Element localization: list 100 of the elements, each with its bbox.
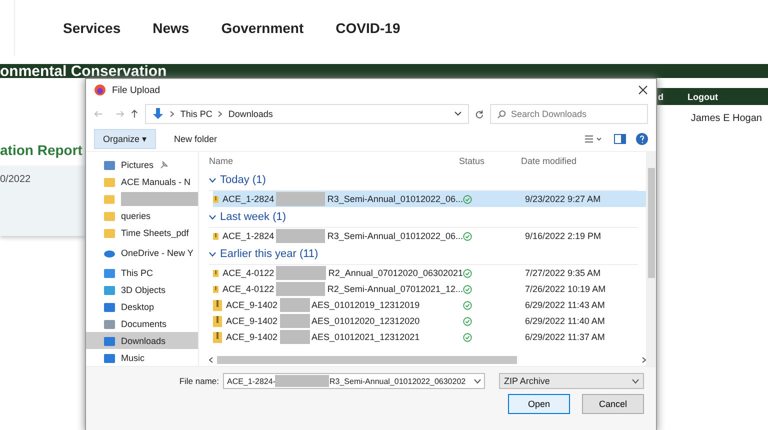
folder-icon (104, 194, 115, 204)
redaction-block (280, 330, 310, 344)
browser-icon (94, 84, 106, 96)
folder-icon (104, 228, 115, 238)
column-header[interactable]: Name (209, 156, 459, 166)
file-name-label: File name: (179, 376, 219, 386)
zip-file-icon (213, 316, 222, 326)
library-icon (104, 302, 115, 312)
up-arrow-icon[interactable] (130, 109, 140, 119)
scroll-left-icon[interactable] (209, 357, 213, 363)
file-name: ACE_9-1402 (226, 332, 278, 342)
chevron-down-icon[interactable] (454, 111, 462, 117)
file-name: ACE_4-0122 (222, 284, 274, 294)
redaction-block (276, 229, 326, 243)
nav-link[interactable]: News (152, 20, 190, 56)
sidebar-item[interactable]: queries (86, 207, 198, 224)
nav-link[interactable]: Services (63, 20, 121, 56)
file-name: R3_Semi-Annual_01012022_06... (327, 194, 463, 204)
redaction-block (280, 314, 310, 328)
sidebar-item[interactable]: ACE Manuals - N (86, 173, 198, 190)
breadcrumb-item[interactable]: Downloads (228, 109, 273, 119)
chevron-right-icon (218, 111, 222, 117)
sidebar-item[interactable]: Pictures (86, 156, 198, 173)
file-name: ACE_9-1402 (226, 316, 278, 326)
open-button[interactable]: Open (508, 394, 570, 414)
chevron-down-icon (209, 178, 216, 182)
file-name: ACE_1-2824 (222, 231, 274, 241)
chevron-down-icon (209, 252, 216, 256)
date-modified: 6/29/2022 11:43 AM (525, 300, 606, 310)
address-bar[interactable]: This PC Downloads (145, 104, 470, 124)
chevron-down-icon (474, 378, 481, 384)
help-icon[interactable] (636, 133, 648, 145)
redaction-block (275, 375, 330, 387)
scrollbar-thumb[interactable] (648, 168, 654, 278)
sidebar-item[interactable]: Desktop (86, 298, 198, 315)
search-icon (497, 110, 506, 119)
sidebar-item[interactable]: Music (86, 349, 198, 366)
redaction-block (276, 192, 326, 206)
library-icon (104, 284, 115, 294)
view-options-icon[interactable] (584, 134, 604, 144)
menu-link[interactable]: d (658, 92, 664, 102)
menu-link[interactable]: Logout (688, 92, 718, 102)
group-header[interactable]: Earlier this year (11) (209, 244, 638, 265)
file-name: R3_Semi-Annual_01012022_06... (327, 231, 463, 241)
file-row[interactable]: ACE_9-1402 AES_01012020_12312020 6/29/2022 11:40 AM (213, 313, 646, 329)
file-row[interactable]: ACE_1-2824 R3_Semi-Annual_01012022_06... 9/23/2022 9:27 AM (213, 191, 646, 207)
download-arrow-icon (152, 108, 164, 120)
site-title: onmental Conservation (0, 65, 167, 79)
date-modified: 9/23/2022 9:27 AM (525, 194, 602, 204)
new-folder-button[interactable]: New folder (166, 130, 226, 148)
file-row[interactable]: ACE_1-2824 R3_Semi-Annual_01012022_06... 9/16/2022 2:19 PM (213, 228, 646, 244)
refresh-icon[interactable] (475, 109, 484, 119)
zip-file-icon (213, 332, 222, 342)
redaction-block (280, 298, 310, 312)
report-date: 0/2022 (0, 174, 31, 185)
nav-link[interactable]: Government (221, 20, 304, 56)
cloud-icon (104, 248, 115, 258)
date-modified: 6/29/2022 11:37 AM (525, 332, 606, 342)
close-icon[interactable] (638, 85, 648, 95)
chevron-right-icon (170, 111, 174, 117)
sidebar-item[interactable]: OneDrive - New Y (86, 244, 198, 261)
file-name-field[interactable]: ACE_1-2824- R3_Semi-Annual_01012022_0630202 (223, 373, 485, 389)
chevron-down-icon (632, 378, 639, 384)
zip-file-icon (213, 268, 219, 278)
user-name: James E Hogan (690, 113, 762, 124)
section-title: ation Report (0, 142, 82, 158)
chevron-down-icon (209, 214, 216, 220)
file-name: AES_01012020_12312020 (312, 316, 420, 326)
sidebar-item[interactable]: Downloads (86, 332, 198, 349)
nav-link[interactable]: COVID-19 (336, 20, 400, 56)
breadcrumb-item[interactable]: This PC (180, 109, 212, 119)
file-row[interactable]: ACE_4-0122 R2_Annual_07012020_06302021 7/27/2022 9:35 AM (213, 265, 646, 281)
file-row[interactable]: ACE_9-1402 AES_01012021_12312021 6/29/2022 11:37 AM (213, 329, 646, 345)
column-header[interactable]: Date modified (521, 156, 631, 166)
file-row[interactable]: ACE_4-0122 R2_Semi-Annual_07012021_12... 7/26/2022 10:19 AM (213, 281, 646, 297)
file-name: ACE_4-0122 (222, 268, 274, 278)
zip-file-icon (213, 300, 222, 310)
date-modified: 6/29/2022 11:40 AM (525, 316, 606, 326)
sidebar-item[interactable]: Documents (86, 315, 198, 332)
file-row[interactable]: ACE_9-1402 AES_01012019_12312019 6/29/2022 11:43 AM (213, 297, 646, 313)
group-header[interactable]: Last week (1) (209, 207, 638, 228)
library-icon (104, 160, 115, 170)
file-name: R2_Semi-Annual_07012021_12... (327, 284, 463, 294)
sidebar-item[interactable]: Time Sheets_pdf (86, 224, 198, 241)
sidebar-item[interactable]: This PC (86, 264, 198, 281)
sidebar-item[interactable]: 3D Objects (86, 281, 198, 298)
dialog-title: File Upload (112, 84, 160, 96)
preview-pane-icon[interactable] (614, 134, 626, 144)
zip-file-icon (213, 284, 219, 294)
zip-file-icon (213, 194, 219, 204)
date-modified: 7/26/2022 10:19 AM (525, 284, 607, 294)
column-header[interactable]: Status (459, 156, 521, 166)
scroll-right-icon[interactable] (642, 357, 646, 363)
redaction-block (276, 282, 326, 296)
cancel-button[interactable]: Cancel (582, 394, 644, 414)
scrollbar-thumb[interactable] (217, 356, 517, 364)
search-field[interactable]: Search Downloads (490, 104, 648, 124)
file-type-dropdown[interactable]: ZIP Archive (499, 373, 644, 389)
file-name: R2_Annual_07012020_06302021 (328, 268, 463, 278)
organize-menu[interactable]: Organize ▾ (94, 129, 156, 149)
